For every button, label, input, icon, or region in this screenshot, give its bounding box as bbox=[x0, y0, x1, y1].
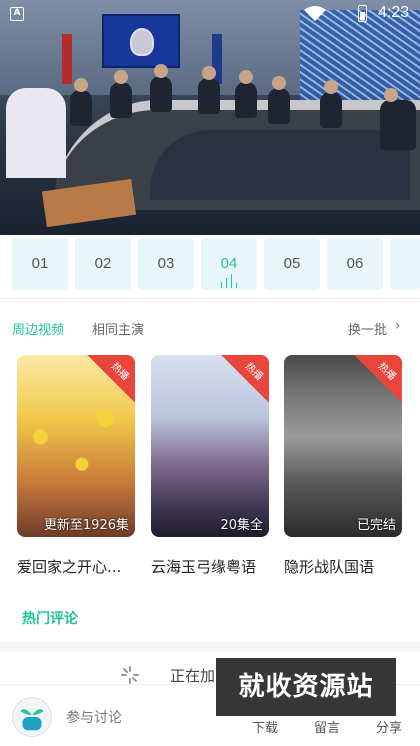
flag bbox=[62, 34, 72, 84]
tab-same-cast[interactable]: 相同主演 bbox=[92, 319, 144, 338]
playing-indicator-icon bbox=[221, 272, 239, 288]
episode-04-label: 04 bbox=[220, 255, 238, 272]
episode-01[interactable]: 01 bbox=[12, 238, 68, 290]
battery-icon bbox=[358, 5, 367, 22]
wifi-icon bbox=[304, 6, 326, 21]
tab-nearby-videos[interactable]: 周边视频 bbox=[12, 319, 64, 338]
table-center bbox=[150, 130, 410, 200]
officer-figure bbox=[6, 88, 66, 178]
episode-note: 更新至1926集 bbox=[43, 518, 129, 533]
episode-note: 20集全 bbox=[220, 518, 263, 533]
episode-02[interactable]: 02 bbox=[75, 238, 131, 290]
refresh-button[interactable]: 换一批 bbox=[348, 319, 387, 338]
poster-card[interactable]: 热播 已完结 bbox=[284, 355, 402, 537]
hot-badge: 热播 bbox=[87, 355, 135, 403]
person-figure bbox=[268, 76, 290, 124]
episode-04[interactable]: 04 bbox=[201, 238, 257, 290]
hot-badge: 热播 bbox=[221, 355, 269, 403]
person-figure bbox=[150, 64, 172, 112]
watermark-overlay: 就收资源站 bbox=[216, 658, 396, 716]
loading-spinner-icon bbox=[121, 666, 139, 684]
person-figure bbox=[110, 70, 132, 118]
chevron-right-icon[interactable]: › bbox=[395, 318, 401, 334]
poster-title[interactable]: 爱回家之开心... bbox=[17, 556, 139, 577]
poster-card[interactable]: 热播 20集全 bbox=[151, 355, 269, 537]
episode-next-partial[interactable] bbox=[390, 238, 420, 290]
person-figure bbox=[198, 66, 220, 114]
hot-badge: 热播 bbox=[354, 355, 402, 403]
download-button[interactable]: 下载 bbox=[252, 717, 278, 736]
hot-comments-heading: 热门评论 bbox=[22, 611, 78, 627]
poster-title[interactable]: 云海玉弓缘粤语 bbox=[151, 556, 273, 577]
poster-title[interactable]: 隐形战队国语 bbox=[284, 556, 406, 577]
person-figure bbox=[70, 78, 92, 126]
status-time: 4:23 bbox=[378, 4, 410, 21]
notification-a-icon: A bbox=[10, 7, 24, 21]
episode-selector: 01 02 03 04 05 06 bbox=[0, 235, 420, 293]
app-screen: A 4:23 01 02 03 04 05 06 周边视频 相同主演 换一批 ›… bbox=[0, 0, 420, 746]
video-player[interactable] bbox=[0, 0, 420, 235]
share-button[interactable]: 分享 bbox=[376, 717, 402, 736]
avatar[interactable] bbox=[12, 697, 52, 737]
status-bar: A 4:23 bbox=[0, 0, 420, 28]
episode-03[interactable]: 03 bbox=[138, 238, 194, 290]
episode-05[interactable]: 05 bbox=[264, 238, 320, 290]
loading-text: 正在加 bbox=[170, 667, 216, 685]
divider bbox=[0, 642, 420, 652]
episode-note: 已完结 bbox=[356, 518, 396, 533]
person-figure bbox=[320, 80, 342, 128]
divider bbox=[0, 298, 420, 299]
episode-06[interactable]: 06 bbox=[327, 238, 383, 290]
poster-card[interactable]: 热播 更新至1926集 bbox=[17, 355, 135, 537]
comment-button[interactable]: 留言 bbox=[314, 717, 340, 736]
person-figure bbox=[380, 88, 416, 150]
person-figure bbox=[235, 70, 257, 118]
discuss-input[interactable]: 参与讨论 bbox=[66, 707, 122, 727]
